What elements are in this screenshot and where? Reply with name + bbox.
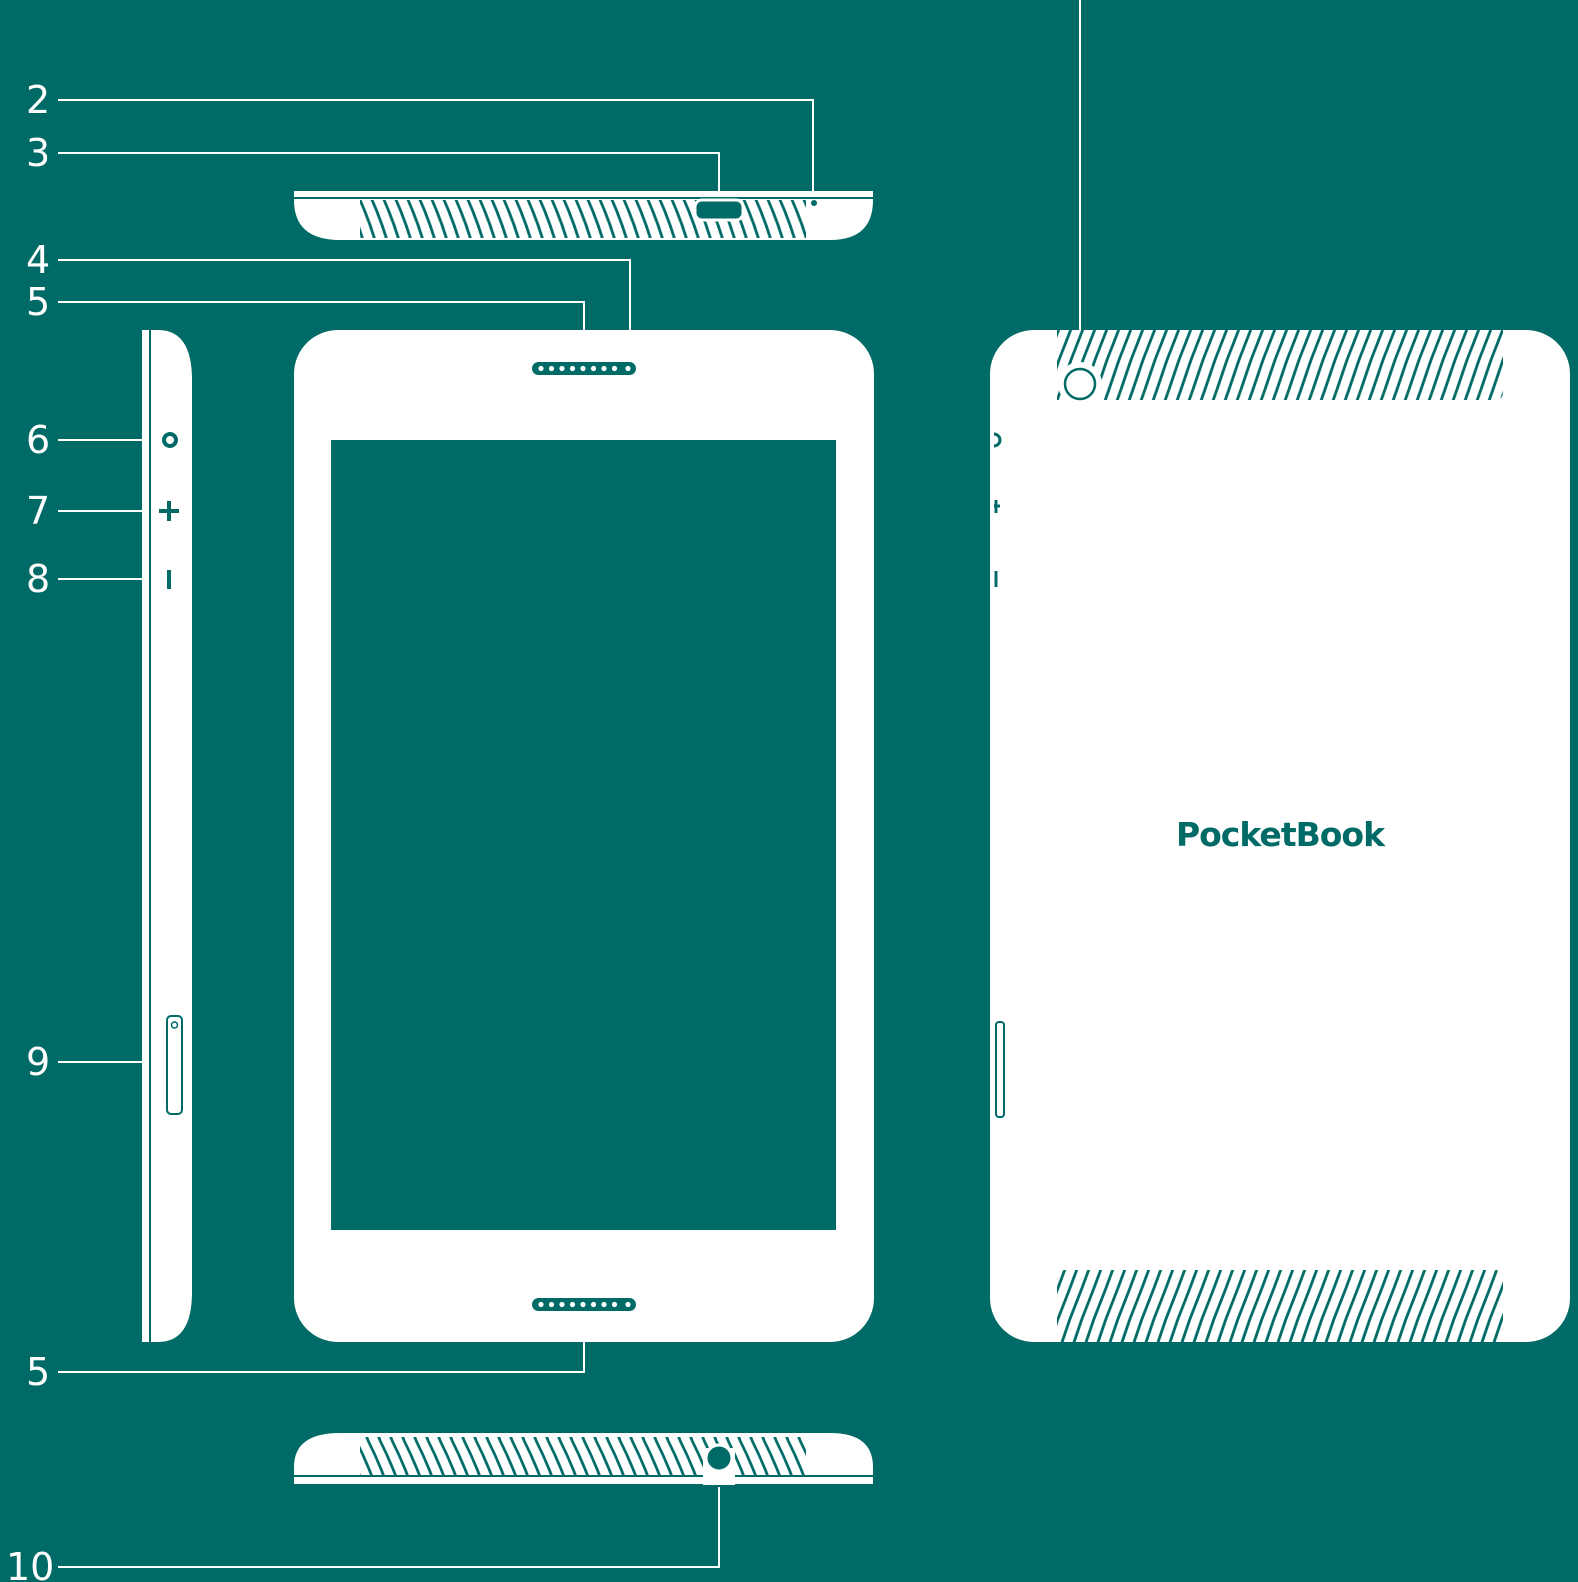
back-texture-bottom: [1057, 1270, 1503, 1342]
side-view: [142, 330, 192, 1342]
front-screen: [331, 440, 836, 1230]
back-view: PocketBook: [990, 330, 1570, 1342]
callout-numbers: 2 3 4 5 6 7 8 9 5 10: [6, 78, 54, 1582]
speaker-grille-bottom: [532, 1298, 636, 1311]
callout-10: 10: [6, 1545, 54, 1582]
leader-line-3: [58, 152, 720, 193]
bottom-edge-plate: [294, 1477, 873, 1484]
callout-6: 6: [26, 418, 50, 462]
callout-3: 3: [26, 131, 50, 175]
back-texture-top: [1057, 330, 1503, 400]
callout-5-bottom: 5: [26, 1350, 50, 1394]
bottom-edge-texture: [360, 1437, 806, 1475]
indicator-led-icon: [811, 200, 817, 206]
leader-line-2: [58, 99, 814, 194]
leader-line-10: [58, 1487, 720, 1568]
earpiece-grille-top: [532, 362, 636, 375]
front-view: [294, 330, 874, 1342]
callout-7: 7: [26, 489, 50, 533]
headphone-jack-icon: [703, 1443, 735, 1485]
bottom-edge-view: [294, 1433, 873, 1485]
callout-8: 8: [26, 557, 50, 601]
top-edge-view: [294, 191, 873, 240]
camera-icon: [1058, 362, 1102, 406]
brand-logo: PocketBook: [1176, 815, 1386, 854]
callout-9: 9: [26, 1040, 50, 1084]
callout-2: 2: [26, 78, 50, 122]
callout-5-top: 5: [26, 280, 50, 324]
device-diagram: 2 3 4 5 6 7 8 9 5 10 PocketBook: [6, 0, 1570, 1582]
micro-usb-port-icon: [693, 198, 745, 222]
callout-4: 4: [26, 238, 50, 282]
